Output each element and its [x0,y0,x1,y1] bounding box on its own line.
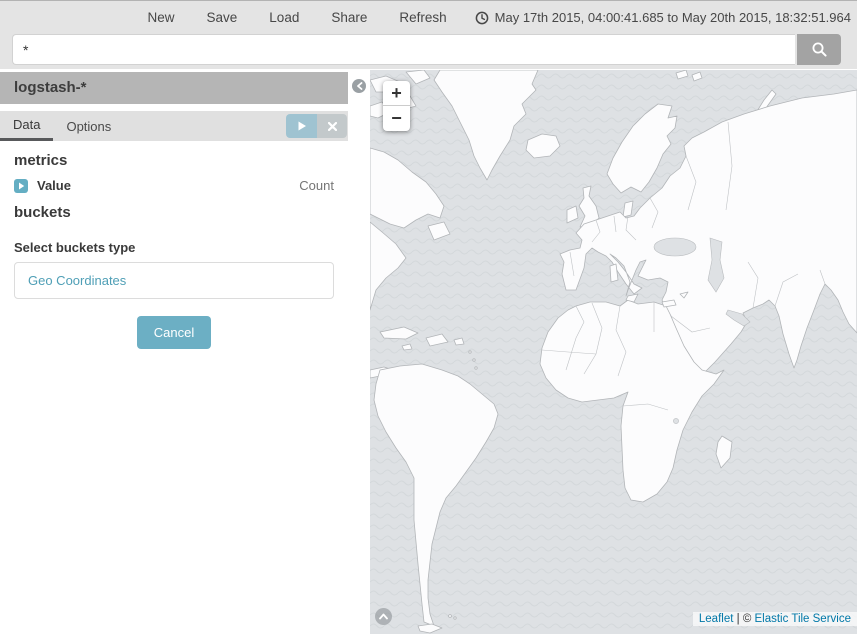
world-map[interactable] [370,70,857,634]
bucket-option-geo-coordinates[interactable]: Geo Coordinates [15,263,333,298]
copyright-symbol: © [743,613,755,625]
chevron-right-icon [18,182,25,190]
nav-share[interactable]: Share [315,1,383,34]
metric-row-value: Value Count [14,178,334,193]
tab-options[interactable]: Options [53,111,124,141]
clock-icon [475,11,489,25]
vis-editor-sidebar: logstash-* Data Options metrics [0,72,348,349]
zoom-out-button[interactable]: − [383,106,410,131]
tab-data[interactable]: Data [0,111,53,141]
leaflet-link[interactable]: Leaflet [699,613,734,625]
buckets-heading: buckets [14,204,334,221]
sidebar-collapse-button[interactable] [352,79,366,93]
close-icon [328,122,337,131]
cancel-wrap: Cancel [14,316,334,349]
nav-save[interactable]: Save [191,1,254,34]
metric-toggle[interactable] [14,179,28,193]
nav-new[interactable]: New [132,1,191,34]
tile-map-panel: + − Leaflet | © Elastic Tile Service [370,70,857,634]
play-icon [297,121,307,131]
search-button[interactable] [797,34,841,65]
nav-refresh[interactable]: Refresh [383,1,462,34]
top-navbar: New Save Load Share Refresh May 17th 201… [0,0,857,69]
map-zoom-control: + − [383,81,410,131]
cancel-button[interactable]: Cancel [137,316,211,349]
time-picker[interactable]: May 17th 2015, 04:00:41.685 to May 20th … [475,10,851,25]
bucket-type-list: Geo Coordinates [14,262,334,299]
spy-panel-toggle[interactable] [375,608,392,625]
editor-actions [286,114,347,138]
chevron-left-icon [356,82,363,90]
editor-tabs: Data Options [0,111,348,141]
index-pattern-title: logstash-* [0,72,348,104]
search-bar [12,34,841,65]
editor-content: metrics Value Count buckets Select bucke… [0,141,348,349]
apply-changes-button[interactable] [286,114,317,138]
attribution-separator: | [733,613,742,625]
nav-row: New Save Load Share Refresh May 17th 201… [0,1,857,34]
select-buckets-type-label: Select buckets type [14,240,334,255]
tile-provider-link[interactable]: Elastic Tile Service [754,613,851,625]
search-input[interactable] [12,34,795,65]
metric-label: Value [37,178,71,193]
chevron-up-icon [379,613,388,620]
zoom-in-button[interactable]: + [383,81,410,106]
map-attribution: Leaflet | © Elastic Tile Service [693,612,857,626]
metric-agg-value: Count [299,178,334,193]
discard-changes-button[interactable] [317,114,347,138]
search-icon [811,41,828,58]
time-range-label: May 17th 2015, 04:00:41.685 to May 20th … [495,10,851,25]
nav-load[interactable]: Load [253,1,315,34]
metrics-heading: metrics [14,152,334,169]
